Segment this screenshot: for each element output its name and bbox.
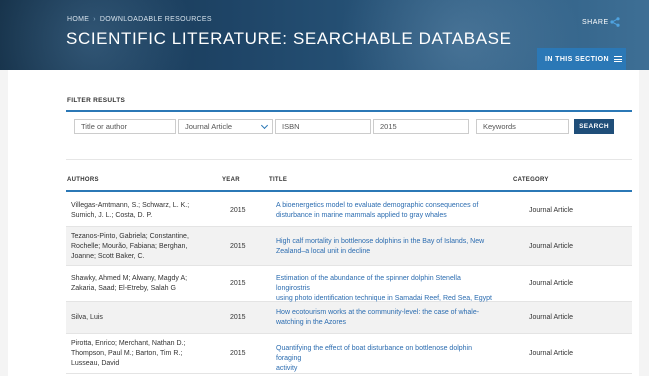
year-cell: 2015 bbox=[230, 207, 246, 214]
breadcrumb-home[interactable]: HOME bbox=[67, 16, 89, 23]
table-header-divider bbox=[66, 190, 632, 192]
author-cell-line: Joanne; Scott Baker, C. bbox=[71, 253, 145, 260]
share-icon[interactable] bbox=[610, 17, 620, 27]
author-cell-line: Pirotta, Enrico; Merchant, Nathan D.; bbox=[71, 340, 186, 347]
content-card: FILTER RESULTS Title or author Journal A… bbox=[8, 70, 639, 376]
category-cell: Journal Article bbox=[529, 243, 573, 250]
table-row: Shawky, Ahmed M; Alwany, Magdy A; Zakaria… bbox=[66, 266, 632, 302]
title-link[interactable]: Quantifying the effect of boat disturban… bbox=[276, 344, 496, 374]
table-row: Tezanos-Pinto, Gabriela; Constantine, Roc… bbox=[66, 227, 632, 266]
title-link-line[interactable]: disturbance in marine mammals applied to… bbox=[276, 211, 496, 221]
type-select-value: Journal Article bbox=[185, 122, 233, 131]
table-row: Villegas-Amtmann, S.; Schwarz, L. K.; Sum… bbox=[66, 194, 632, 227]
column-header-year[interactable]: YEAR bbox=[222, 177, 240, 183]
author-cell: Villegas-Amtmann, S.; Schwarz, L. K.; Sum… bbox=[71, 201, 221, 221]
table-row: Silva, Luis 2015 How ecotourism works at t… bbox=[66, 302, 632, 334]
isbn-input[interactable]: ISBN bbox=[275, 119, 371, 134]
title-link-line[interactable]: activity bbox=[276, 364, 496, 374]
title-link-line[interactable]: Estimation of the abundance of the spinn… bbox=[276, 274, 496, 294]
year-cell: 2015 bbox=[230, 314, 246, 321]
column-header-category[interactable]: CATEGORY bbox=[513, 177, 549, 183]
breadcrumb: HOME › DOWNLOADABLE RESOURCES bbox=[67, 16, 212, 23]
title-link-line[interactable]: High calf mortality in bottlenose dolphi… bbox=[276, 237, 496, 247]
title-link[interactable]: How ecotourism works at the community-le… bbox=[276, 308, 496, 328]
author-cell: Tezanos-Pinto, Gabriela; Constantine, Roc… bbox=[71, 232, 221, 262]
category-cell: Journal Article bbox=[529, 350, 573, 357]
title-link[interactable]: High calf mortality in bottlenose dolphi… bbox=[276, 237, 496, 257]
filter-results-heading: FILTER RESULTS bbox=[67, 97, 126, 104]
breadcrumb-separator: › bbox=[93, 16, 96, 23]
share-button[interactable]: SHARE bbox=[582, 19, 609, 26]
title-link[interactable]: Estimation of the abundance of the spinn… bbox=[276, 274, 496, 304]
search-button[interactable]: SEARCH bbox=[574, 119, 614, 134]
title-link-line[interactable]: Quantifying the effect of boat disturban… bbox=[276, 344, 496, 364]
section-divider bbox=[66, 159, 632, 160]
year-cell: 2015 bbox=[230, 280, 246, 287]
title-author-input[interactable]: Title or author bbox=[74, 119, 176, 134]
in-this-section-button[interactable]: IN THIS SECTION bbox=[537, 48, 626, 70]
title-link-line[interactable]: A bioenergetics model to evaluate demogr… bbox=[276, 201, 496, 211]
type-select[interactable]: Journal Article bbox=[178, 119, 273, 134]
title-link-line[interactable]: How ecotourism works at the community-le… bbox=[276, 308, 496, 318]
author-cell-line: Villegas-Amtmann, S.; Schwarz, L. K.; bbox=[71, 202, 190, 209]
author-cell-line: Thompson, Paul M.; Barton, Tim R.; bbox=[71, 350, 183, 357]
filter-divider bbox=[66, 110, 632, 112]
year-cell: 2015 bbox=[230, 350, 246, 357]
column-header-title[interactable]: TITLE bbox=[269, 177, 287, 183]
author-cell-line: Lusseau, David bbox=[71, 360, 120, 367]
author-cell-line: Rochelle; Mourão, Fabiana; Berghan, bbox=[71, 243, 188, 250]
breadcrumb-downloadable-resources[interactable]: DOWNLOADABLE RESOURCES bbox=[100, 16, 212, 23]
keywords-input[interactable]: Keywords bbox=[476, 119, 569, 134]
table-row: Pirotta, Enrico; Merchant, Nathan D.; Tho… bbox=[66, 334, 632, 374]
author-cell: Pirotta, Enrico; Merchant, Nathan D.; Tho… bbox=[71, 339, 221, 369]
year-cell: 2015 bbox=[230, 243, 246, 250]
title-link-line[interactable]: Zealand–a local unit in decline bbox=[276, 247, 496, 257]
hamburger-menu-icon bbox=[613, 56, 622, 62]
author-cell-line: Shawky, Ahmed M; Alwany, Magdy A; bbox=[71, 275, 188, 282]
page-header: HOME › DOWNLOADABLE RESOURCES SCIENTIFIC L… bbox=[0, 0, 649, 70]
author-cell-line: Tezanos-Pinto, Gabriela; Constantine, bbox=[71, 233, 189, 240]
in-this-section-label: IN THIS SECTION bbox=[545, 55, 609, 63]
chevron-down-icon bbox=[260, 121, 269, 130]
author-cell: Shawky, Ahmed M; Alwany, Magdy A; Zakaria… bbox=[71, 274, 221, 294]
page-title: SCIENTIFIC LITERATURE: SEARCHABLE DATABA… bbox=[66, 29, 512, 48]
author-cell-line: Zakaria, Saad; El-Etreby, Salah G bbox=[71, 285, 176, 292]
author-cell-line: Silva, Luis bbox=[71, 314, 103, 321]
category-cell: Journal Article bbox=[529, 280, 573, 287]
category-cell: Journal Article bbox=[529, 207, 573, 214]
year-input[interactable]: 2015 bbox=[373, 119, 469, 134]
category-cell: Journal Article bbox=[529, 314, 573, 321]
title-link[interactable]: A bioenergetics model to evaluate demogr… bbox=[276, 201, 496, 221]
column-header-authors[interactable]: AUTHORS bbox=[67, 177, 99, 183]
author-cell: Silva, Luis bbox=[71, 313, 221, 323]
title-link-line[interactable]: watching in the Azores bbox=[276, 318, 496, 328]
author-cell-line: Sumich, J. L.; Costa, D. P. bbox=[71, 212, 153, 219]
